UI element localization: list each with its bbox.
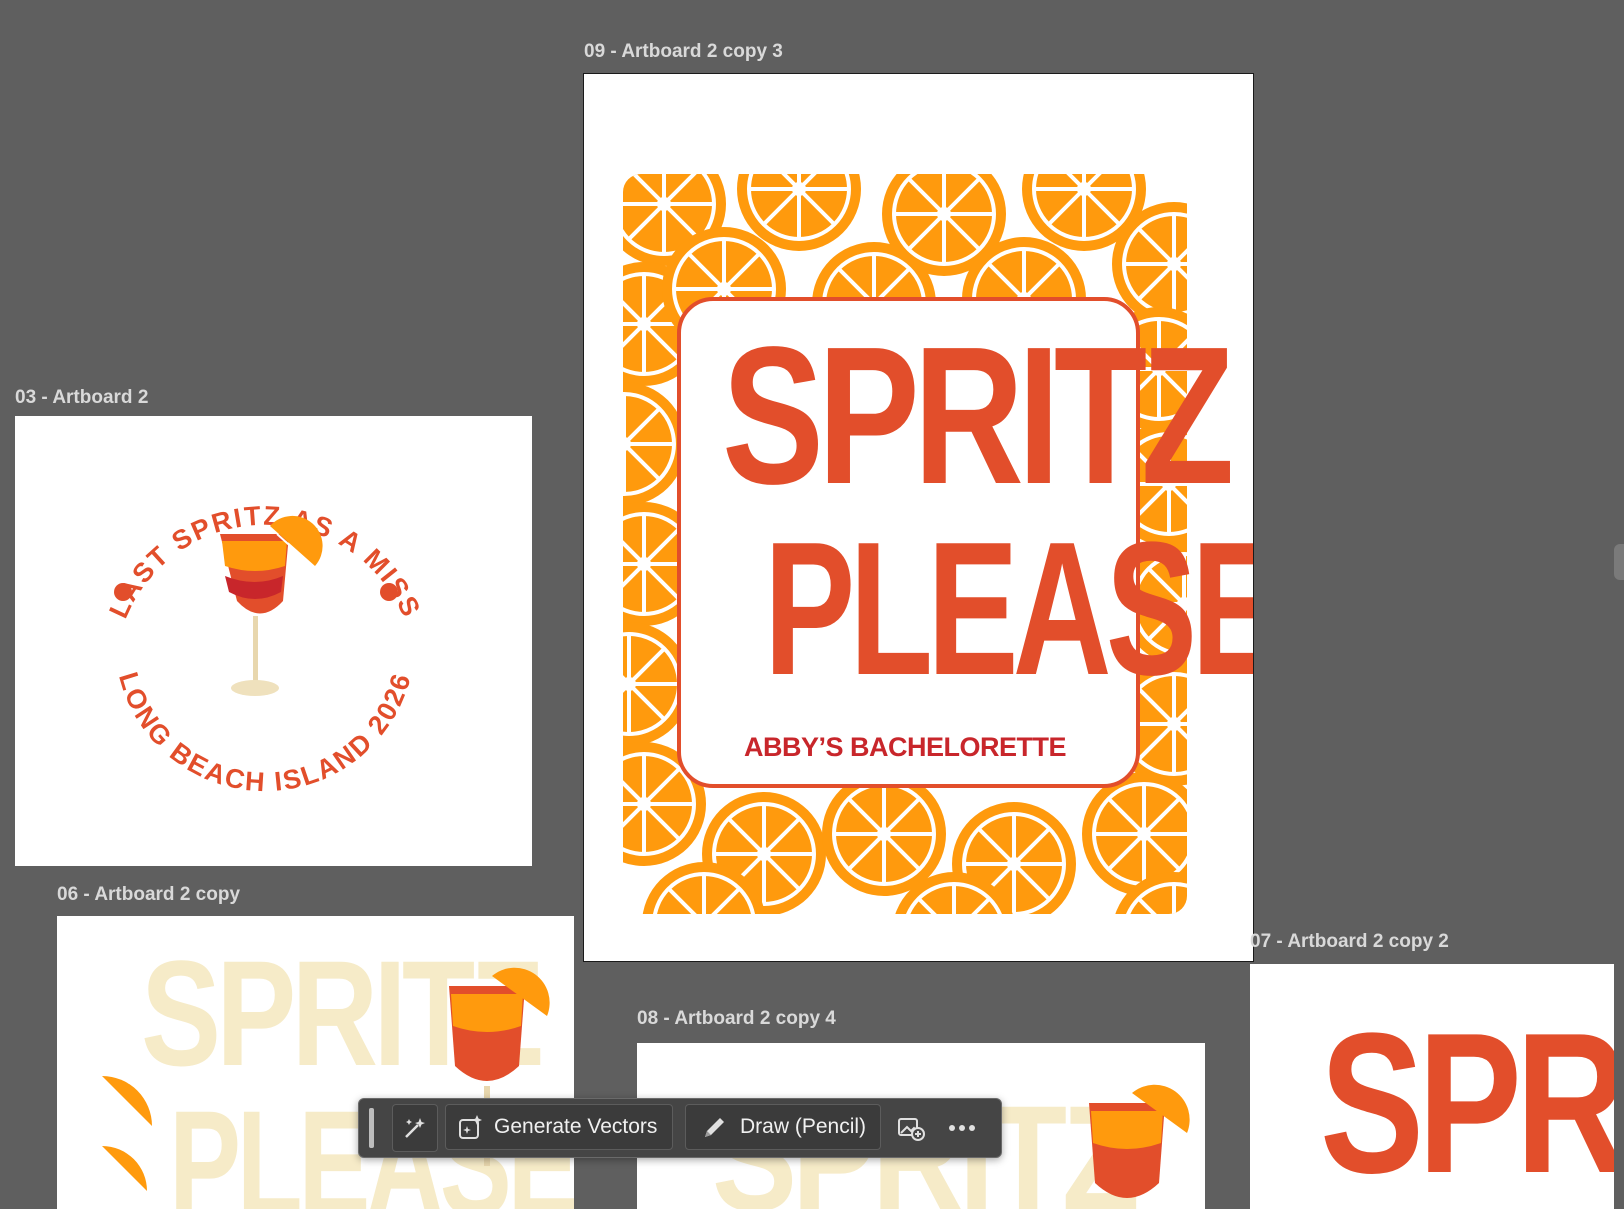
more-icon xyxy=(948,1124,976,1132)
add-image-button[interactable] xyxy=(889,1104,933,1152)
artboard-label-06[interactable]: 06 - Artboard 2 copy xyxy=(57,884,240,906)
draw-pencil-label: Draw (Pencil) xyxy=(740,1115,867,1138)
artboard-03[interactable]: LAST SPRITZ AS A MISS LONG BEACH ISLAND … xyxy=(15,416,532,866)
spritz-title: SPRITZ xyxy=(722,306,1234,525)
artboard-09[interactable]: SPRITZ PLEASE! ABBY’S BACHELORETTE xyxy=(583,73,1254,962)
magic-wand-button[interactable] xyxy=(392,1104,438,1152)
artboard-06[interactable]: SPRITZ PLEASE! xyxy=(57,916,574,1209)
spritz-glass-icon xyxy=(1089,1084,1190,1198)
spritz-red-title: SPRITZ xyxy=(1320,992,1614,1209)
artboard-label-03[interactable]: 03 - Artboard 2 xyxy=(15,387,148,409)
badge-circle-art: LAST SPRITZ AS A MISS LONG BEACH ISLAND … xyxy=(103,501,424,798)
panel-collapse-tab[interactable] xyxy=(1614,544,1624,580)
badge-dot-left xyxy=(114,583,132,601)
artboard-label-09[interactable]: 09 - Artboard 2 copy 3 xyxy=(584,41,783,63)
please-title: PLEASE! xyxy=(764,503,1253,715)
draw-pencil-button[interactable]: Draw (Pencil) xyxy=(685,1104,881,1150)
drag-handle[interactable] xyxy=(369,1108,374,1148)
artboard-label-08[interactable]: 08 - Artboard 2 copy 4 xyxy=(637,1008,836,1030)
magic-wand-icon xyxy=(402,1115,428,1141)
spritz-glass-icon xyxy=(220,515,323,696)
orange-wedge-icon xyxy=(102,1076,152,1191)
generate-vectors-label: Generate Vectors xyxy=(494,1115,658,1138)
add-image-icon xyxy=(897,1115,925,1141)
contextual-task-bar: Generate Vectors Draw (Pencil) xyxy=(358,1098,1002,1158)
generate-vectors-button[interactable]: Generate Vectors xyxy=(445,1104,673,1150)
artboard-label-07[interactable]: 07 - Artboard 2 copy 2 xyxy=(1250,931,1449,953)
pencil-icon xyxy=(702,1114,728,1140)
more-options-button[interactable] xyxy=(939,1104,985,1152)
bachelorette-subtitle: ABBY’S BACHELORETTE xyxy=(744,732,1067,762)
artboard-07[interactable]: SPRITZ xyxy=(1250,964,1614,1209)
badge-dot-right xyxy=(380,583,398,601)
generate-vectors-icon xyxy=(458,1114,484,1140)
